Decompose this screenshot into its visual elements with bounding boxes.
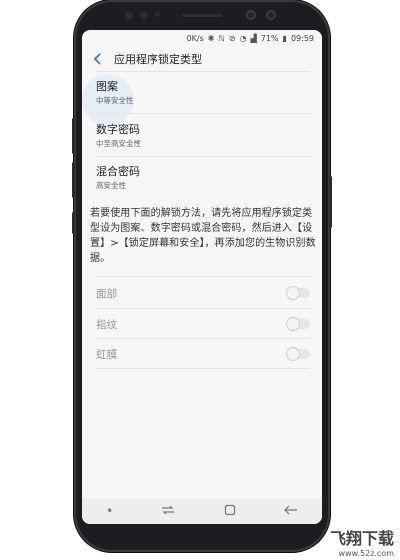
led-indicator <box>155 12 160 17</box>
iris-sensor <box>140 11 148 19</box>
lock-type-name: 混合密码 <box>96 165 140 178</box>
divider <box>96 338 310 339</box>
watermark-url: www.52z.com <box>338 549 394 558</box>
phone-screen: 0K/s ✱ ℕ ⊘ ◔ ▟ 71% ▮ 09:59 应用程序锁定类型 图案 中… <box>82 30 322 524</box>
watermark-brand: 飞翔下载 <box>329 529 394 548</box>
bixby-button <box>72 212 75 234</box>
status-bar: 0K/s ✱ ℕ ⊘ ◔ ▟ 71% ▮ 09:59 <box>187 32 314 44</box>
page-title: 应用程序锁定类型 <box>114 53 202 66</box>
face-toggle[interactable] <box>287 287 310 299</box>
lock-type-desc: 高安全性 <box>96 181 126 190</box>
biometric-label: 指纹 <box>96 318 117 331</box>
biometric-fingerprint-row[interactable]: 指纹 <box>96 310 310 338</box>
nfc-icon: ℕ <box>218 33 225 43</box>
clock: 09:59 <box>290 33 314 43</box>
biometric-face-row[interactable]: 面部 <box>96 279 310 307</box>
nav-dot-icon[interactable]: • <box>106 504 113 518</box>
wifi-icon: ◔ <box>239 33 247 43</box>
lock-type-name: 数字密码 <box>96 123 140 136</box>
network-speed: 0K/s <box>186 33 204 43</box>
lock-type-desc: 中至高安全性 <box>96 139 141 148</box>
divider <box>96 368 310 369</box>
power-button <box>329 176 332 228</box>
front-camera <box>246 10 256 20</box>
lock-type-pin[interactable]: 数字密码 中至高安全性 <box>96 123 310 149</box>
fingerprint-toggle[interactable] <box>287 318 310 330</box>
biometric-iris-row[interactable]: 虹膜 <box>96 340 310 368</box>
biometric-label: 虹膜 <box>96 348 117 361</box>
volume-down-button <box>72 162 75 198</box>
mute-icon: ⊘ <box>228 33 236 43</box>
recent-apps-icon[interactable] <box>161 504 175 518</box>
site-watermark: 飞翔下载 www.52z.com <box>330 525 394 558</box>
iris-camera <box>266 10 276 20</box>
app-header: 应用程序锁定类型 <box>82 47 322 71</box>
divider <box>96 113 310 114</box>
earpiece-speaker <box>182 14 222 17</box>
lock-type-pattern[interactable]: 图案 中等安全性 <box>96 80 310 106</box>
divider <box>96 276 310 277</box>
biometric-label: 面部 <box>96 287 117 300</box>
volume-up-button <box>72 118 75 154</box>
home-icon[interactable] <box>224 504 236 519</box>
iris-toggle[interactable] <box>287 348 310 360</box>
battery-percent: 71% <box>260 33 279 43</box>
lock-type-password[interactable]: 混合密码 高安全性 <box>96 165 310 191</box>
divider <box>96 308 310 309</box>
divider <box>96 71 310 72</box>
chevron-left-icon[interactable] <box>92 53 104 65</box>
proximity-sensor <box>125 11 133 19</box>
battery-icon: ▮ <box>282 33 287 43</box>
lock-type-name: 图案 <box>96 80 118 93</box>
signal-icon: ▟ <box>250 33 257 43</box>
navigation-bar: • <box>82 498 322 524</box>
bluetooth-icon: ✱ <box>207 33 215 43</box>
lock-type-desc: 中等安全性 <box>96 96 134 105</box>
biometrics-description: 若要使用下面的解锁方法，请先将应用程序锁定类型设为图案、数字密码或混合密码，然后… <box>90 208 316 264</box>
divider <box>96 156 310 157</box>
back-icon[interactable] <box>283 504 298 518</box>
